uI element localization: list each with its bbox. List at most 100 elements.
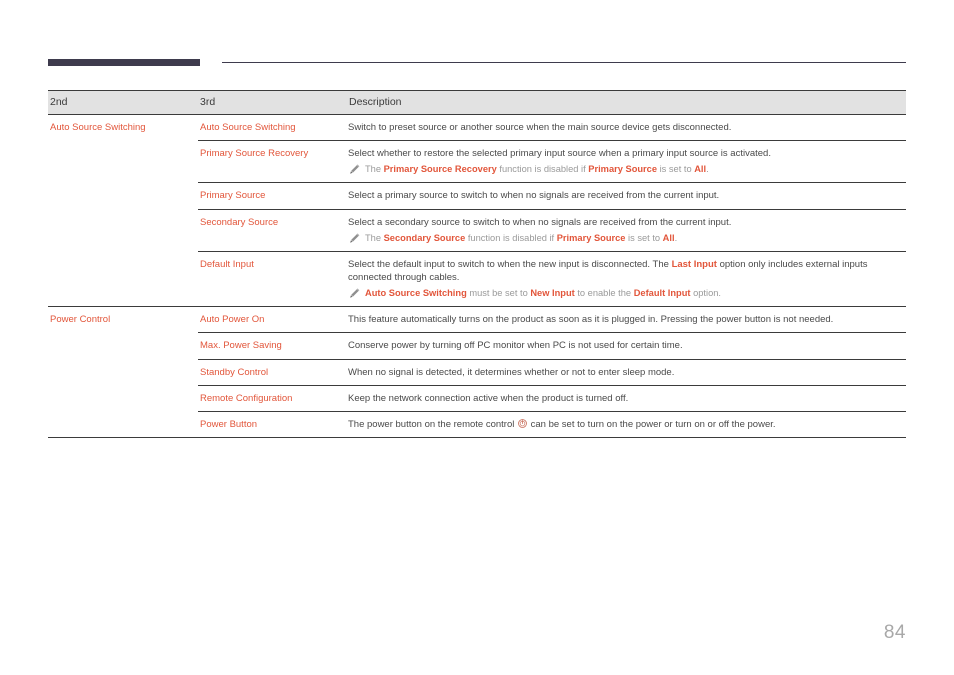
- cell-3rd-level: Primary Source Recovery: [198, 140, 347, 183]
- cell-2nd-level: [48, 411, 198, 438]
- cell-2nd-level: [48, 250, 198, 307]
- table-row: Primary Source Select a primary source to…: [48, 182, 906, 210]
- highlighted-term: All: [662, 232, 675, 243]
- table-header-row: 2nd 3rd Description: [48, 90, 906, 115]
- highlighted-term: Primary Source Recovery: [383, 164, 497, 175]
- settings-table: 2nd 3rd Description Auto Source Switchin…: [48, 90, 906, 438]
- highlighted-term: Last Input: [671, 258, 717, 270]
- cell-2nd-level: [48, 384, 198, 412]
- note-text: The Secondary Source function is disable…: [365, 233, 677, 243]
- text-run: Select the default input to switch to wh…: [348, 258, 672, 270]
- description-text: Select a secondary source to switch to w…: [348, 216, 902, 229]
- group-label: Auto Source Switching: [50, 122, 146, 133]
- note-text: Auto Source Switching must be set to New…: [365, 288, 721, 298]
- table-row: Primary Source Recovery Select whether to…: [48, 140, 906, 183]
- note-line: The Primary Source Recovery function is …: [348, 163, 902, 176]
- note-line: The Secondary Source function is disable…: [348, 232, 902, 245]
- cell-2nd-level: [48, 140, 198, 183]
- text-run: .: [674, 232, 678, 243]
- description-text: Select a primary source to switch to whe…: [348, 189, 902, 202]
- cell-3rd-level: Auto Source Switching: [198, 115, 347, 141]
- group-label: Power Control: [50, 314, 111, 326]
- pencil-icon: [349, 233, 360, 244]
- cell-3rd-level: Primary Source: [198, 182, 347, 210]
- highlighted-term: Primary Source: [588, 164, 658, 175]
- cell-2nd-level: Power Control: [48, 306, 198, 333]
- pencil-icon: [349, 288, 360, 299]
- description-text: This feature automatically turns on the …: [348, 313, 902, 326]
- table-header: 2nd 3rd Description: [48, 90, 906, 115]
- text-run: Select a primary source to switch to whe…: [348, 190, 720, 202]
- setting-name: Primary Source Recovery: [200, 148, 309, 160]
- page-number: 84: [883, 622, 906, 643]
- cell-2nd-level: [48, 332, 198, 360]
- cell-2nd-level: [48, 208, 198, 252]
- highlighted-term: All: [694, 164, 707, 175]
- cell-3rd-level: Secondary Source: [198, 208, 347, 252]
- table-bottom-rule: [48, 437, 906, 439]
- note-line: Auto Source Switching must be set to New…: [348, 287, 902, 300]
- setting-name: Primary Source: [200, 190, 266, 202]
- note-text: The Primary Source Recovery function is …: [365, 164, 709, 174]
- pencil-icon: [349, 164, 360, 175]
- table-row: Secondary Source Select a secondary sourc…: [48, 208, 906, 252]
- cell-description: This feature automatically turns on the …: [347, 306, 906, 333]
- text-run: can be set to turn on the power or turn …: [528, 419, 776, 431]
- description-text: Select whether to restore the selected p…: [348, 147, 902, 160]
- highlighted-term: Default Input: [633, 288, 691, 299]
- text-run: is set to: [625, 232, 663, 243]
- text-run: function is disabled if: [496, 164, 589, 175]
- header-rule-thin: [222, 62, 906, 63]
- table-row: Power Control Auto Power On This feature a…: [48, 306, 906, 333]
- cell-3rd-level: Auto Power On: [198, 306, 347, 333]
- description-text: When no signal is detected, it determine…: [348, 366, 902, 379]
- power-icon: [518, 419, 527, 428]
- highlighted-term: New Input: [530, 288, 575, 299]
- text-run: Conserve power by turning off PC monitor…: [348, 340, 683, 352]
- description-text: Select the default input to switch to wh…: [348, 258, 902, 284]
- cell-2nd-level: [48, 182, 198, 210]
- header-rules: [48, 59, 906, 67]
- table-row: Default Input Select the default input to…: [48, 250, 906, 307]
- setting-name: Standby Control: [200, 366, 269, 378]
- setting-name: Max. Power Saving: [200, 340, 282, 352]
- cell-description: Select a primary source to switch to whe…: [347, 182, 906, 210]
- text-run: This feature automatically turns on the …: [348, 314, 834, 326]
- cell-3rd-level: Standby Control: [198, 358, 347, 386]
- cell-description: Select the default input to switch to wh…: [347, 250, 906, 307]
- text-run: .: [706, 164, 709, 175]
- setting-name: Secondary Source: [200, 216, 279, 228]
- setting-name: Auto Source Switching: [200, 122, 296, 133]
- text-run: option.: [690, 288, 721, 299]
- text-run: Switch to preset source or another sourc…: [348, 122, 732, 133]
- column-header-description: Description: [347, 90, 906, 115]
- text-run: The: [365, 164, 384, 175]
- highlighted-term: Primary Source: [556, 232, 626, 243]
- column-header-2nd: 2nd: [48, 90, 198, 115]
- description-text: Switch to preset source or another sourc…: [348, 121, 902, 134]
- table-row: Max. Power Saving Conserve power by turni…: [48, 332, 906, 360]
- text-run: is set to: [657, 164, 695, 175]
- cell-2nd-level: Auto Source Switching: [48, 115, 198, 141]
- setting-name: Auto Power On: [200, 314, 265, 326]
- cell-description: When no signal is detected, it determine…: [347, 358, 906, 386]
- cell-description: Keep the network connection active when …: [347, 384, 906, 412]
- cell-2nd-level: [48, 358, 198, 386]
- text-run: to enable the: [574, 288, 634, 299]
- highlighted-term: Auto Source Switching: [365, 288, 467, 299]
- cell-description: Select whether to restore the selected p…: [347, 140, 906, 183]
- description-text: Conserve power by turning off PC monitor…: [348, 339, 902, 352]
- cell-description: Select a secondary source to switch to w…: [347, 208, 906, 252]
- text-run: Keep the network connection active when …: [348, 392, 629, 404]
- header-rule-thick: [48, 59, 200, 66]
- cell-3rd-level: Power Button: [198, 411, 347, 438]
- text-run: Select whether to restore the selected p…: [348, 148, 771, 160]
- highlighted-term: Secondary Source: [383, 232, 466, 243]
- text-run: function is disabled if: [465, 232, 557, 243]
- cell-description: The power button on the remote control c…: [347, 411, 906, 438]
- table-body: Auto Source Switching Auto Source Switchi…: [48, 115, 906, 438]
- setting-name: Remote Configuration: [200, 392, 293, 404]
- text-run: must be set to: [466, 288, 531, 299]
- text-run: When no signal is detected, it determine…: [348, 366, 675, 378]
- cell-description: Switch to preset source or another sourc…: [347, 115, 906, 141]
